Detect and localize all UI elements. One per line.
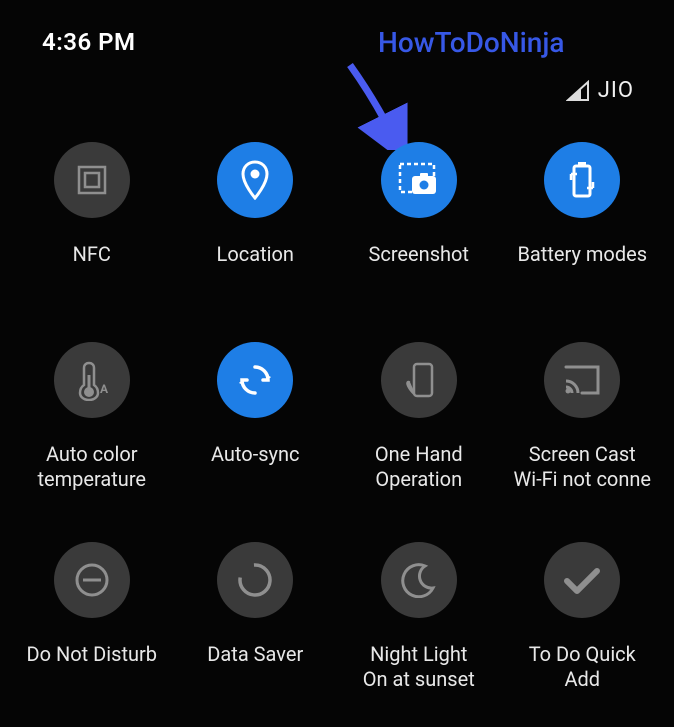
tile-dnd[interactable]: Do Not Disturb <box>10 538 174 727</box>
status-bar: 4:36 PM <box>0 22 674 62</box>
dnd-icon <box>54 542 130 618</box>
carrier-label: JIO <box>598 78 634 103</box>
cast-icon <box>544 342 620 418</box>
tile-label: Battery modes <box>517 242 647 267</box>
one-hand-icon <box>381 342 457 418</box>
tile-auto-color-temp[interactable]: A Auto color temperature <box>10 338 174 538</box>
quick-settings-grid: NFC Location Screenshot <box>0 138 674 727</box>
tile-label: Location <box>217 242 294 267</box>
tile-screen-cast[interactable]: Screen Cast Wi-Fi not conne <box>501 338 665 538</box>
tile-todo-quick-add[interactable]: To Do Quick Add <box>501 538 665 727</box>
tile-auto-sync[interactable]: Auto-sync <box>174 338 338 538</box>
tile-label: Auto color temperature <box>37 442 146 492</box>
tile-nfc[interactable]: NFC <box>10 138 174 338</box>
annotation-text: HowToDoNinja <box>378 26 564 59</box>
tile-label: Auto-sync <box>211 442 300 467</box>
tile-label: Screen Cast Wi-Fi not conne <box>513 442 651 492</box>
tile-label: Data Saver <box>207 642 303 667</box>
nfc-icon <box>54 142 130 218</box>
svg-text:A: A <box>100 382 109 396</box>
tile-label: NFC <box>73 242 111 267</box>
tile-label: One Hand Operation <box>375 442 463 492</box>
clock-time: 4:36 PM <box>42 28 136 56</box>
tile-label: To Do Quick Add <box>529 642 636 692</box>
signal-icon <box>566 80 590 102</box>
tile-night-light[interactable]: Night Light On at sunset <box>337 538 501 727</box>
tile-one-hand[interactable]: One Hand Operation <box>337 338 501 538</box>
check-icon <box>544 542 620 618</box>
annotation-arrow-icon <box>330 60 420 150</box>
battery-icon <box>544 142 620 218</box>
tile-label: Do Not Disturb <box>26 642 157 667</box>
tile-location[interactable]: Location <box>174 138 338 338</box>
tile-data-saver[interactable]: Data Saver <box>174 538 338 727</box>
moon-icon <box>381 542 457 618</box>
tile-screenshot[interactable]: Screenshot <box>337 138 501 338</box>
tile-label: Screenshot <box>369 242 469 267</box>
tile-battery-modes[interactable]: Battery modes <box>501 138 665 338</box>
tile-label: Night Light On at sunset <box>363 642 475 692</box>
thermometer-icon: A <box>54 342 130 418</box>
location-icon <box>217 142 293 218</box>
data-saver-icon <box>217 542 293 618</box>
carrier-row: JIO <box>566 78 634 103</box>
screenshot-icon <box>381 142 457 218</box>
sync-icon <box>217 342 293 418</box>
